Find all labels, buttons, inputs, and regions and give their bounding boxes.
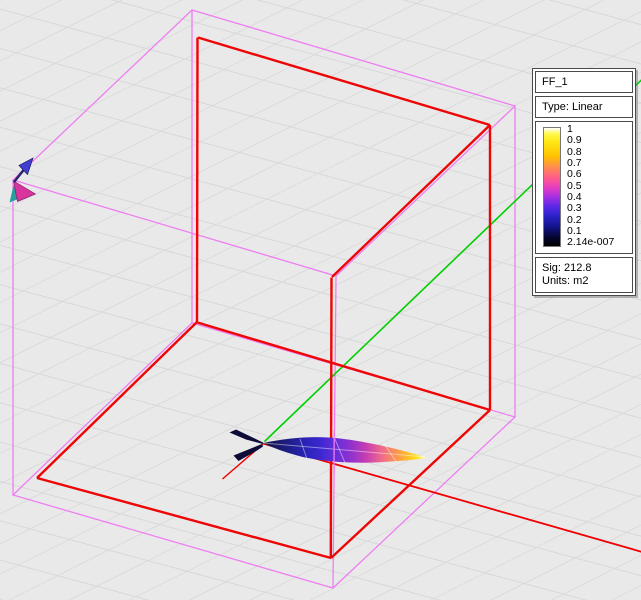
colorbar-tick: 0.8	[567, 147, 614, 158]
x-axis-line	[223, 444, 641, 553]
triad-blue-shaft	[14, 170, 24, 183]
farfield-lobe	[230, 430, 427, 463]
colorbar-tick: 1	[567, 124, 614, 135]
colorbar-tick: 0.4	[567, 192, 614, 203]
trihedral-reflector-wireframe	[37, 38, 490, 559]
legend-type-box: Type: Linear	[535, 96, 633, 118]
viewport-3d[interactable]: FF_1 Type: Linear 1 0.9 0.8 0.7 0.6 0.5 …	[0, 0, 641, 600]
legend-title: FF_1	[542, 76, 568, 88]
units-value: Units: m2	[542, 275, 626, 288]
legend-colorbar-box: 1 0.9 0.8 0.7 0.6 0.5 0.4 0.3 0.2 0.1 2.…	[535, 121, 633, 254]
farfield-legend: FF_1 Type: Linear 1 0.9 0.8 0.7 0.6 0.5 …	[532, 68, 636, 296]
bounding-box-wireframe	[13, 10, 515, 588]
sigma-value: Sig: 212.8	[542, 262, 626, 275]
colorbar-tick: 0.9	[567, 135, 614, 146]
colorbar-tick: 0.2	[567, 215, 614, 226]
colorbar-tick: 0.6	[567, 169, 614, 180]
colorbar-tick: 0.5	[567, 181, 614, 192]
back-lobe	[230, 430, 264, 462]
colorbar-tick: 0.3	[567, 203, 614, 214]
colorbar-tick: 0.7	[567, 158, 614, 169]
colorbar-gradient	[543, 127, 561, 247]
colorbar-tick: 2.14e-007	[567, 237, 614, 248]
legend-title-box: FF_1	[535, 71, 633, 93]
legend-stats-box: Sig: 212.8 Units: m2	[535, 257, 633, 293]
colorbar-ticks: 1 0.9 0.8 0.7 0.6 0.5 0.4 0.3 0.2 0.1 2.…	[567, 124, 614, 248]
colorbar-tick: 0.1	[567, 226, 614, 237]
legend-type: Type: Linear	[542, 101, 603, 113]
